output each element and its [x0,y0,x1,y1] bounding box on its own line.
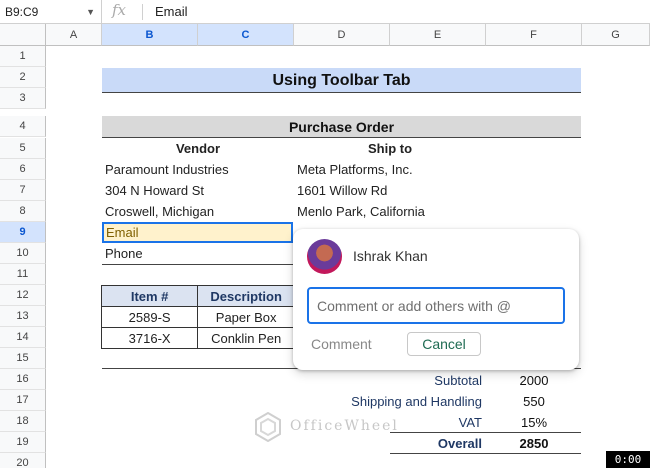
subtotal-label[interactable]: Subtotal [294,373,482,388]
subtotal-value[interactable]: 2000 [486,373,582,388]
vendor-street-cell[interactable]: 304 N Howard St [105,180,293,201]
column-header-e[interactable]: E [390,24,486,46]
shipto-header[interactable]: Ship to [294,138,486,159]
table-cell[interactable]: 3716-X [100,327,199,349]
vendor-email-cell[interactable]: Email [102,222,293,243]
table-row: 2589-S Paper Box [100,306,295,328]
items-table: Item # Description 2589-S Paper Box 3716… [100,285,295,349]
vendor-name-cell[interactable]: Paramount Industries [105,159,293,180]
comment-user-name: Ishrak Khan [353,248,428,264]
officewheel-logo-icon [255,412,281,442]
row-header-14[interactable]: 14 [0,327,46,348]
function-icon: fx [112,1,127,19]
column-header-a[interactable]: A [46,24,102,46]
item-number-header[interactable]: Item # [100,285,199,307]
sheet-title[interactable]: Using Toolbar Tab [102,68,581,93]
shipto-name-cell[interactable]: Meta Platforms, Inc. [297,159,485,180]
shipto-city-cell[interactable]: Menlo Park, California [297,201,485,222]
row-header-15[interactable]: 15 [0,348,46,369]
overall-bottom-border [390,453,581,454]
overall-label[interactable]: Overall [294,436,482,451]
row-header-5[interactable]: 5 [0,138,46,159]
shipping-label[interactable]: Shipping and Handling [294,394,482,409]
name-box-value: B9:C9 [5,5,39,19]
recording-timer: 0:00 [606,451,650,468]
row-header-2[interactable]: 2 [0,67,46,88]
formula-bar: B9:C9 ▼ fx Email [0,0,650,24]
row-header-19[interactable]: 19 [0,432,46,453]
table-cell[interactable]: Paper Box [197,306,295,328]
comment-button[interactable]: Comment [311,332,387,356]
comment-input[interactable] [307,287,565,324]
table-cell[interactable]: Conklin Pen [197,327,295,349]
shipping-value[interactable]: 550 [486,394,582,409]
description-header[interactable]: Description [197,285,295,307]
vendor-phone-cell[interactable]: Phone [105,243,293,264]
row-header-3[interactable]: 3 [0,88,46,109]
formula-divider [142,4,143,20]
table-header-row: Item # Description [100,285,295,307]
row-header-8[interactable]: 8 [0,201,46,222]
shipto-street-cell[interactable]: 1601 Willow Rd [297,180,485,201]
vat-value[interactable]: 15% [486,415,582,430]
row-header-17[interactable]: 17 [0,390,46,411]
column-header-g[interactable]: G [582,24,650,46]
row-header-12[interactable]: 12 [0,285,46,306]
chevron-down-icon[interactable]: ▼ [86,0,95,24]
overall-top-border [390,432,581,433]
row-header-16[interactable]: 16 [0,369,46,390]
comment-dialog: Ishrak Khan Comment Cancel [293,229,579,370]
name-box[interactable]: B9:C9 ▼ [0,0,102,24]
column-header-b[interactable]: B [102,24,198,46]
row-header-20[interactable]: 20 [0,453,46,468]
row-header-10[interactable]: 10 [0,243,46,264]
watermark-text: OfficeWheel [290,418,399,434]
column-header-c[interactable]: C [198,24,294,46]
row-header-11[interactable]: 11 [0,264,46,285]
table-row: 3716-X Conklin Pen [100,327,295,349]
purchase-order-heading[interactable]: Purchase Order [102,116,581,138]
column-header-d[interactable]: D [294,24,390,46]
overall-value[interactable]: 2850 [486,436,582,451]
row-header-18[interactable]: 18 [0,411,46,432]
vendor-city-cell[interactable]: Croswell, Michigan [105,201,293,222]
formula-input[interactable]: Email [155,0,188,24]
cancel-button[interactable]: Cancel [407,332,481,356]
row-header-7[interactable]: 7 [0,180,46,201]
row-header-4[interactable]: 4 [0,116,46,137]
vendor-bottom-border [102,264,294,265]
select-all-corner[interactable] [0,24,46,46]
column-header-f[interactable]: F [486,24,582,46]
vendor-header[interactable]: Vendor [102,138,294,159]
row-header-13[interactable]: 13 [0,306,46,327]
row-header-6[interactable]: 6 [0,159,46,180]
row-header-1[interactable]: 1 [0,46,46,67]
table-cell[interactable]: 2589-S [100,306,199,328]
row-header-9[interactable]: 9 [0,222,46,243]
avatar [307,239,342,274]
